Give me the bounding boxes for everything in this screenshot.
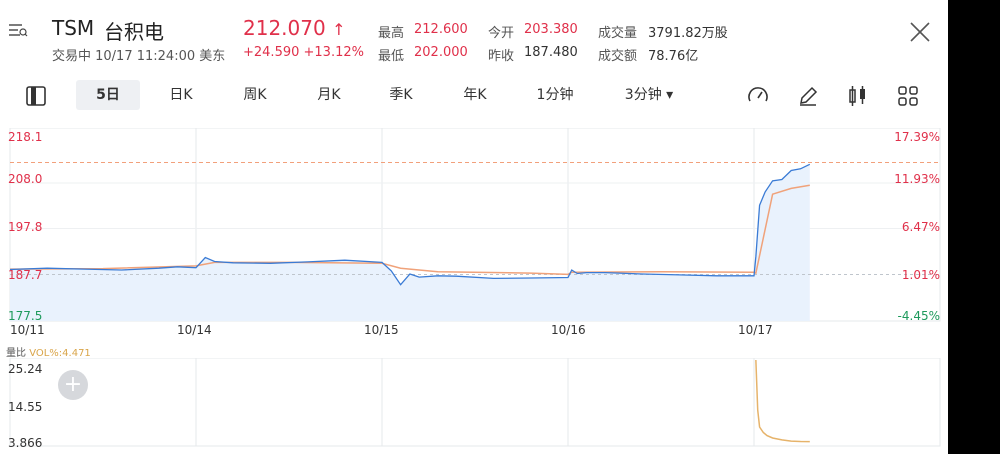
intraday-price-chart[interactable] <box>0 128 948 324</box>
stat-value-volume: 3791.82万股 <box>648 26 728 41</box>
app-window: TSM 台积电 交易中 10/17 11:24:00 美东 212.070 ↑ … <box>0 0 948 454</box>
tab-yearly-k[interactable]: 年K <box>450 80 500 110</box>
tab-3min-dropdown[interactable]: 3分钟 ▾ <box>612 80 686 110</box>
price-line <box>9 163 811 286</box>
tab-weekly-k[interactable]: 周K <box>230 80 280 110</box>
y-label-right: -4.45% <box>897 309 940 323</box>
y-label-left: 187.7 <box>8 268 43 282</box>
grid-icon[interactable] <box>896 84 920 108</box>
stat-label-prev-close: 昨收 <box>488 49 515 64</box>
volume-frame <box>9 358 941 447</box>
price-value: 212.070 <box>243 16 326 40</box>
stat-label-turnover: 成交额 <box>598 49 638 64</box>
stock-name: 台积电 <box>104 20 164 44</box>
x-label-date: 10/15 <box>364 323 399 337</box>
stock-symbol: TSM <box>52 16 95 40</box>
pencil-icon[interactable] <box>796 84 820 108</box>
panel-icon[interactable] <box>24 84 48 108</box>
candlestick-icon[interactable] <box>846 84 870 108</box>
y-label-right: 6.47% <box>901 220 940 234</box>
price-change: +24.590 +13.12% <box>243 45 364 60</box>
trading-status: 交易中 10/17 11:24:00 美东 <box>52 49 226 64</box>
screen-edge <box>948 0 1000 454</box>
tab-monthly-k[interactable]: 月K <box>304 80 354 110</box>
y-label-right: 17.39% <box>894 130 940 144</box>
speedometer-icon[interactable] <box>746 84 770 108</box>
last-price: 212.070 ↑ <box>243 16 345 40</box>
tab-5d[interactable]: 5日 <box>76 80 140 110</box>
y-label-right: 1.01% <box>901 268 940 282</box>
vol-y-label: 3.866 <box>8 436 43 450</box>
menu-icon[interactable] <box>8 22 28 38</box>
stat-label-volume: 成交量 <box>598 26 638 41</box>
vol-y-label: 25.24 <box>8 362 43 376</box>
y-label-left: 208.0 <box>8 172 43 186</box>
y-label-left: 177.5 <box>8 309 43 323</box>
y-label-left: 218.1 <box>8 130 43 144</box>
stat-label-open: 今开 <box>488 26 515 41</box>
close-icon[interactable] <box>908 20 932 44</box>
volume-ratio-chart[interactable] <box>0 358 948 454</box>
price-area <box>10 164 810 321</box>
volume-ratio-line <box>755 359 810 443</box>
average-price-line <box>9 184 810 276</box>
stat-label-high: 最高 <box>378 26 405 41</box>
plus-icon[interactable]: + <box>58 370 88 400</box>
stat-value-high: 212.600 <box>414 22 468 37</box>
stat-value-prev-close: 187.480 <box>524 45 578 60</box>
y-label-right: 11.93% <box>894 172 940 186</box>
tab-quarterly-k[interactable]: 季K <box>376 80 426 110</box>
tab-1min[interactable]: 1分钟 <box>526 80 584 110</box>
x-label-date: 10/16 <box>551 323 586 337</box>
vol-y-label: 14.55 <box>8 400 43 414</box>
stat-value-open: 203.380 <box>524 22 578 37</box>
tab-daily-k[interactable]: 日K <box>156 80 206 110</box>
stat-value-turnover: 78.76亿 <box>648 49 699 64</box>
x-label-date: 10/11 <box>10 323 45 337</box>
stat-value-low: 202.000 <box>414 45 468 60</box>
volume-ratio-header: 量比 VOL%:4.471 <box>6 344 91 359</box>
y-label-left: 197.8 <box>8 220 43 234</box>
stat-label-low: 最低 <box>378 49 405 64</box>
up-arrow-icon: ↑ <box>332 20 346 39</box>
x-label-date: 10/14 <box>177 323 212 337</box>
x-label-date: 10/17 <box>738 323 773 337</box>
